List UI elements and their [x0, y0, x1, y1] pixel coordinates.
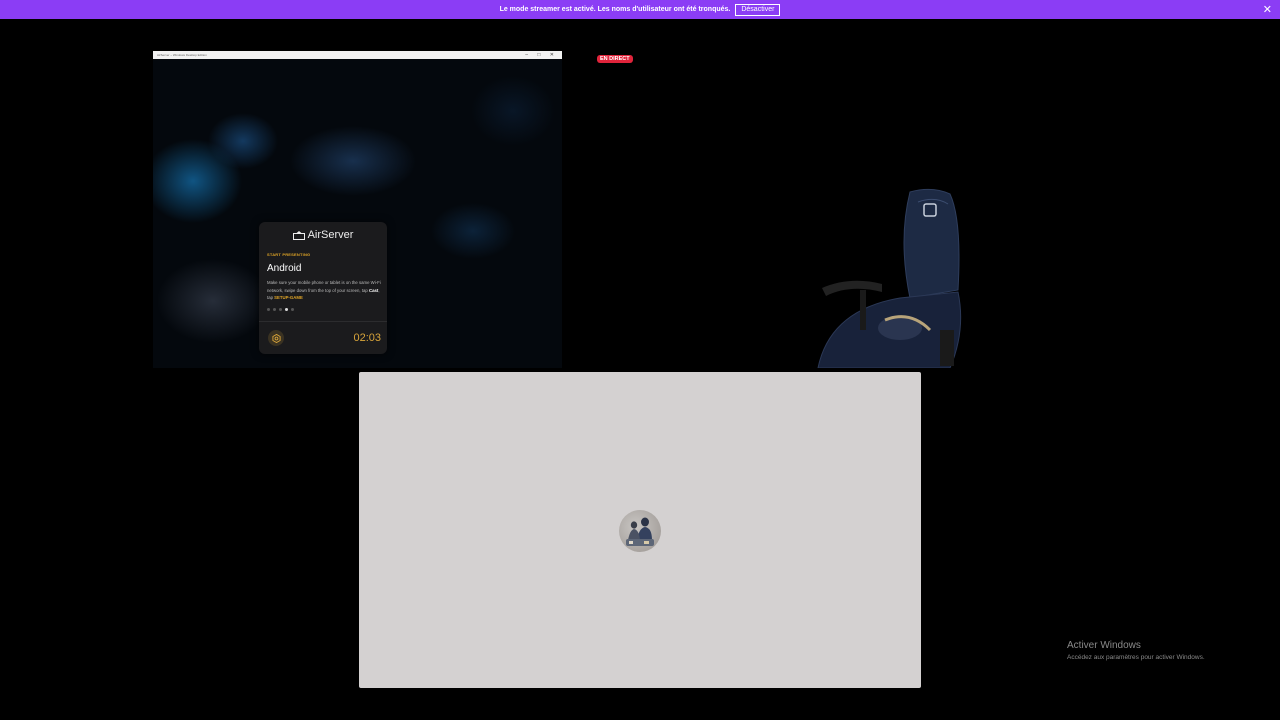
carousel-dot[interactable] [273, 308, 276, 311]
airplay-icon [292, 230, 305, 240]
instructions-part-1: Make sure your mobile phone or tablet is… [267, 280, 381, 293]
carousel-dot[interactable] [285, 308, 288, 311]
carousel-dot[interactable] [291, 308, 294, 311]
activation-title: Activer Windows [1067, 640, 1141, 651]
banner-message: Le mode streamer est activé. Les noms d'… [499, 6, 731, 13]
countdown-timer: 02:03 [353, 332, 381, 344]
settings-button[interactable] [268, 330, 284, 346]
instructions-text: Make sure your mobile phone or tablet is… [267, 279, 382, 302]
airserver-logo: AirServer [259, 229, 387, 241]
airserver-logo-text: AirServer [307, 229, 354, 241]
start-presenting-label: START PRESENTING [267, 252, 311, 257]
shared-window-titlebar: AirServer – Windows Desktop Edition – □ … [153, 51, 562, 59]
live-badge: EN DIRECT [597, 55, 633, 63]
deactivate-button[interactable]: Désactiver [735, 3, 781, 16]
streamer-mode-banner: Le mode streamer est activé. Les noms d'… [0, 0, 1280, 19]
shared-window-title: AirServer – Windows Desktop Edition [157, 53, 207, 57]
carousel-dot[interactable] [279, 308, 282, 311]
participant-tile[interactable] [359, 372, 921, 688]
activation-subtitle: Accédez aux paramètres pour activer Wind… [1067, 654, 1205, 661]
cast-keyword: Cast [368, 287, 379, 293]
window-controls-icon: – □ ✕ [525, 52, 558, 58]
windows-activation-watermark: Activer Windows Accédez aux paramètres p… [1067, 640, 1205, 661]
carousel-dots [267, 308, 294, 311]
card-divider [259, 321, 387, 322]
airserver-card: AirServer START PRESENTING Android Make … [259, 222, 387, 354]
gear-icon [271, 333, 281, 343]
gaming-chair-image [817, 188, 962, 368]
device-name: SETUP-GAME [274, 295, 303, 300]
platform-heading: Android [267, 263, 302, 274]
carousel-dot[interactable] [267, 308, 270, 311]
screen-share-tile[interactable]: AirServer – Windows Desktop Edition – □ … [153, 51, 562, 368]
avatar-photo-icon [626, 517, 654, 546]
close-icon[interactable]: ✕ [1263, 3, 1272, 16]
user-avatar [619, 510, 661, 552]
